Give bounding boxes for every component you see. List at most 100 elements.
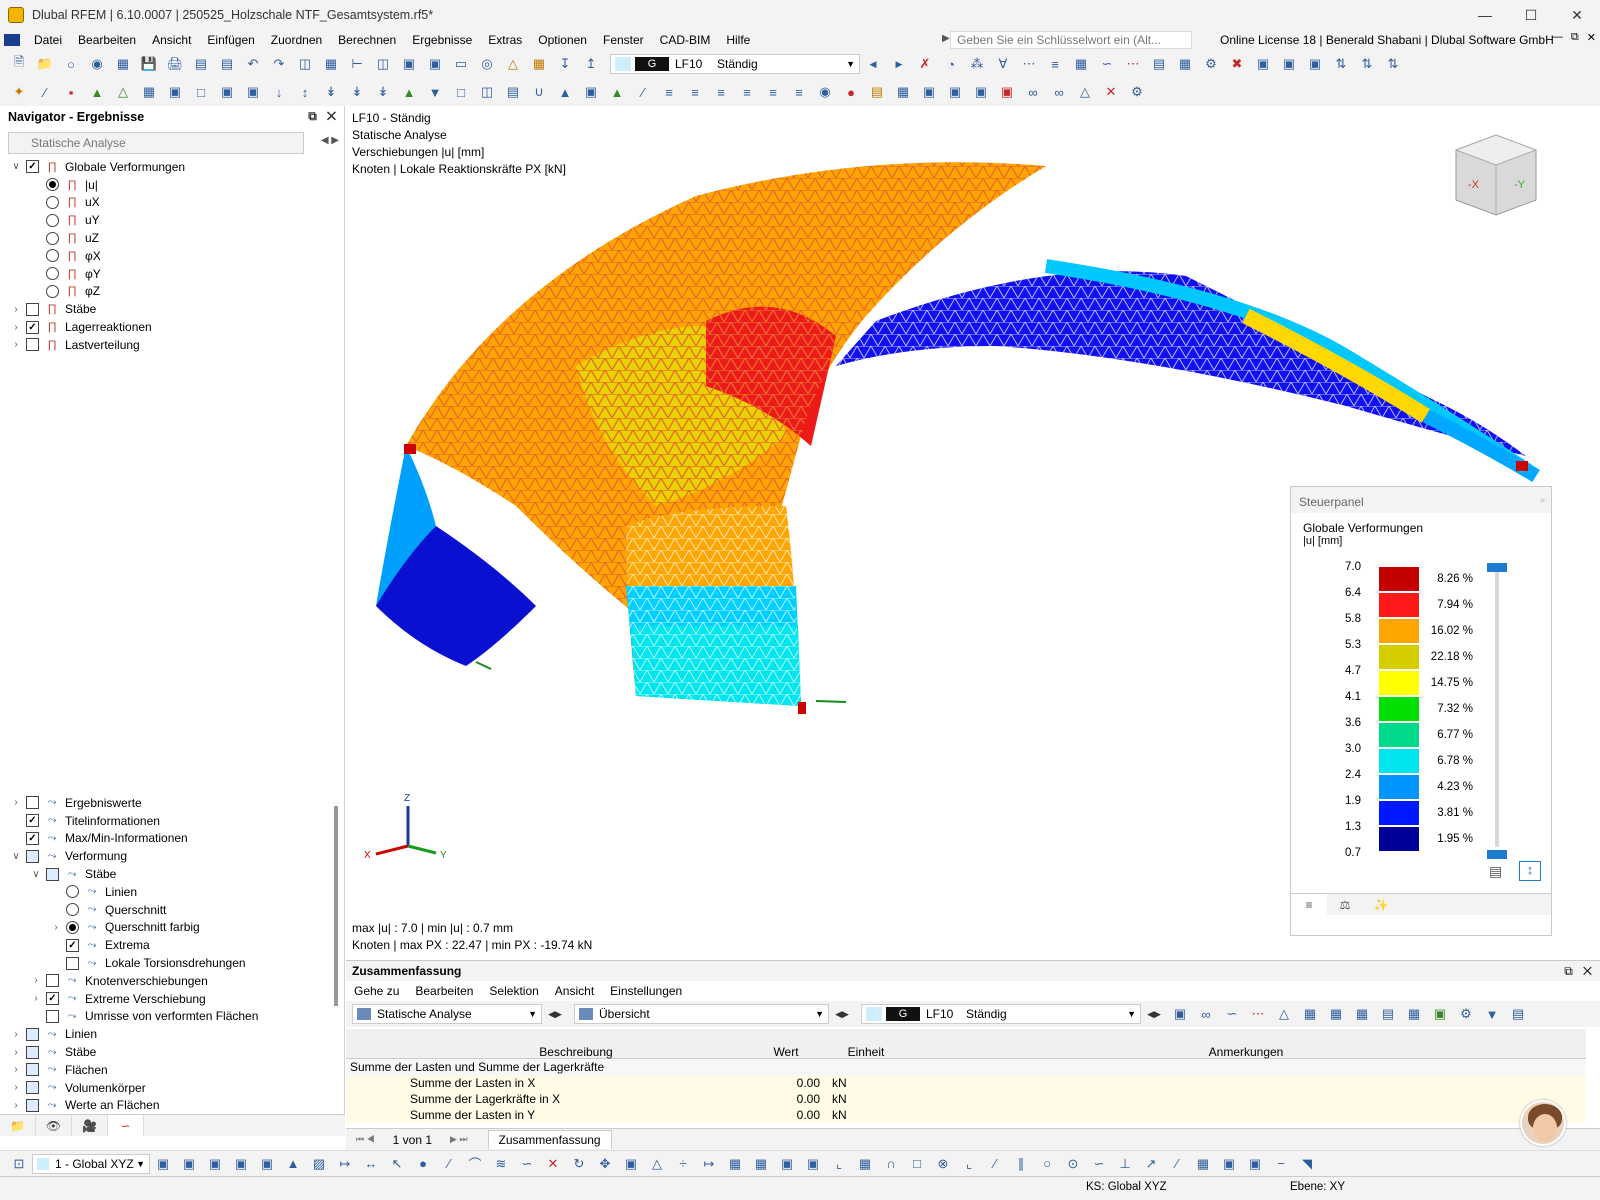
menu-einfuegen[interactable]: Einfügen xyxy=(199,33,262,47)
tab-views-icon[interactable]: 🎥 xyxy=(72,1115,108,1136)
view-iso-icon[interactable]: ▣ xyxy=(1279,54,1299,74)
expand-chevron-icon[interactable]: › xyxy=(50,922,62,933)
spline-tool-icon[interactable]: ∽ xyxy=(517,1154,537,1174)
pin-icon[interactable]: ● xyxy=(841,82,861,102)
expand-chevron-icon[interactable]: › xyxy=(10,1082,22,1093)
tree-checkbox[interactable] xyxy=(26,831,39,845)
view-fit-icon[interactable]: ◥ xyxy=(1297,1154,1317,1174)
surface-view-icon[interactable]: ▲ xyxy=(555,82,575,102)
load-icon[interactable]: ↓ xyxy=(269,82,289,102)
measure-tool-icon[interactable]: ↦ xyxy=(335,1154,355,1174)
circle-icon[interactable]: ○ xyxy=(1037,1154,1057,1174)
tree-item[interactable]: ⤳ Linien xyxy=(0,883,330,901)
nodal-load-icon[interactable]: ↕ xyxy=(295,82,315,102)
expand-chevron-icon[interactable]: ∨ xyxy=(10,851,22,862)
tree-item[interactable]: › ⤳ Knotenverschiebungen xyxy=(0,972,330,990)
solid-icon[interactable]: ▣ xyxy=(165,82,185,102)
show-results-icon[interactable]: ◔ xyxy=(941,54,961,74)
tree-checkbox[interactable] xyxy=(26,1027,39,1041)
maximize-icon[interactable]: ☐ xyxy=(1508,0,1554,30)
cross-icon[interactable]: ⊗ xyxy=(933,1154,953,1174)
summary-deform-icon[interactable]: ∽ xyxy=(1222,1004,1242,1024)
menu-bearbeiten[interactable]: Bearbeiten xyxy=(70,33,144,47)
deformed-shape-icon[interactable]: ∽ xyxy=(1097,54,1117,74)
prev-load-case-icon[interactable]: ◀ xyxy=(863,54,883,74)
script-icon[interactable]: ▣ xyxy=(425,54,445,74)
result-import-icon[interactable]: ↧ xyxy=(555,54,575,74)
summary-decimals-icon[interactable]: ▤ xyxy=(1508,1004,1528,1024)
unlink-icon[interactable]: ∞ xyxy=(1049,82,1069,102)
color-icon[interactable]: ◉ xyxy=(815,82,835,102)
table-row[interactable]: Summe der Lasten in Y 0.00 kN xyxy=(346,1107,1586,1123)
tree-item[interactable]: › ⤳ Linien xyxy=(0,1025,330,1043)
expand-chevron-icon[interactable]: › xyxy=(10,322,22,333)
node-icon[interactable]: ✦ xyxy=(9,82,29,102)
free-load-icon[interactable]: ↡ xyxy=(373,82,393,102)
tree-item[interactable]: ∨ ∏ Globale Verformungen xyxy=(0,158,344,176)
tree-item[interactable]: › ∏ Lagerreaktionen xyxy=(0,318,344,336)
tree-item[interactable]: ⤳ Lokale Torsionsdrehungen xyxy=(0,954,330,972)
snap-settings-icon[interactable]: ▦ xyxy=(725,1154,745,1174)
tree-item[interactable]: › ∏ Lastverteilung xyxy=(0,336,344,354)
tree-checkbox[interactable] xyxy=(26,320,39,334)
summary-load-case-select[interactable]: G LF10 Ständig ▼ xyxy=(861,1004,1141,1024)
support-icon[interactable]: ▲ xyxy=(87,82,107,102)
tab-data-icon[interactable]: 📁 xyxy=(0,1115,36,1136)
menu-hilfe[interactable]: Hilfe xyxy=(718,33,758,47)
menu-cad-bim[interactable]: CAD-BIM xyxy=(652,33,719,47)
tree-radio[interactable] xyxy=(66,903,79,917)
summary-grid-icon[interactable]: ▦ xyxy=(1404,1004,1424,1024)
result-export-icon[interactable]: ↥ xyxy=(581,54,601,74)
tables-toggle-icon[interactable]: ▦ xyxy=(321,54,341,74)
mirror-tool-icon[interactable]: △ xyxy=(647,1154,667,1174)
tree-item[interactable]: › ⤳ Ergebniswerte xyxy=(0,794,330,812)
tree-checkbox[interactable] xyxy=(66,938,79,952)
legend-range-slider[interactable] xyxy=(1487,563,1507,859)
surface-icon[interactable]: ▦ xyxy=(139,82,159,102)
print-icon[interactable]: 🖨 xyxy=(165,54,185,74)
summary-overview-select[interactable]: Übersicht ▼ xyxy=(574,1004,829,1024)
tree-item[interactable]: › ⤳ Extreme Verschiebung xyxy=(0,990,330,1008)
tree-radio[interactable] xyxy=(46,284,59,298)
report-icon[interactable]: ▤ xyxy=(217,54,237,74)
doc-close-icon[interactable]: ✕ xyxy=(1587,31,1596,44)
tree-item[interactable]: ∨ ⤳ Verformung xyxy=(0,847,330,865)
parallel-icon[interactable]: ∥ xyxy=(1011,1154,1031,1174)
result-values-icon[interactable]: ⁂ xyxy=(967,54,987,74)
summary-structure-icon[interactable]: △ xyxy=(1274,1004,1294,1024)
analysis-nav-arrows-icon[interactable]: ◀ ▶ xyxy=(321,135,339,146)
xxx-values-icon[interactable]: ⋯ xyxy=(1019,54,1039,74)
camera-settings-icon[interactable]: ⚙ xyxy=(1127,82,1147,102)
expand-chevron-icon[interactable]: › xyxy=(10,1064,22,1075)
summary-select-icon[interactable]: ▣ xyxy=(1170,1004,1190,1024)
tree-item[interactable]: › ∏ Stäbe xyxy=(0,300,344,318)
tree-item[interactable]: ∏ uY xyxy=(0,211,344,229)
coordinate-system-icon[interactable]: ⊡ xyxy=(9,1154,29,1174)
save-icon[interactable]: 💾 xyxy=(139,54,159,74)
tree-item[interactable]: ∏ |u| xyxy=(0,176,344,194)
section-node-icon[interactable]: ▣ xyxy=(217,82,237,102)
member-view-icon[interactable]: ≡ xyxy=(659,82,679,102)
tree-item[interactable]: ⤳ Extrema xyxy=(0,936,330,954)
tree-checkbox[interactable] xyxy=(26,1098,39,1112)
panel-toggle-icon[interactable]: ◫ xyxy=(373,54,393,74)
tree-item[interactable]: ∏ φZ xyxy=(0,283,344,301)
menu-datei[interactable]: Datei xyxy=(26,33,70,47)
legend-scale-icon[interactable]: ↕ xyxy=(1519,861,1541,881)
tree-checkbox[interactable] xyxy=(26,814,39,828)
divide-tool-icon[interactable]: ÷ xyxy=(673,1154,693,1174)
globe-icon[interactable]: ◎ xyxy=(477,54,497,74)
table-row[interactable]: Summe der Lasten in X 0.00 kN xyxy=(346,1075,1586,1091)
menu-fenster[interactable]: Fenster xyxy=(595,33,652,47)
tree-item[interactable]: › ⤳ Flächen xyxy=(0,1061,330,1079)
settings-gear-icon[interactable]: ⚙ xyxy=(1201,54,1221,74)
tree-checkbox[interactable] xyxy=(26,302,39,316)
next-page-icon[interactable]: ▶ ⏭ xyxy=(450,1134,468,1145)
support-tool-icon[interactable]: ▲ xyxy=(283,1154,303,1174)
tree-item[interactable]: › ⤳ Werte an Flächen xyxy=(0,1097,330,1115)
tree-radio[interactable] xyxy=(46,178,59,192)
new-file-icon[interactable]: 🗎 xyxy=(9,54,29,74)
node-tool-icon[interactable]: ● xyxy=(413,1154,433,1174)
copy-tool-icon[interactable]: ▣ xyxy=(621,1154,641,1174)
axis-y-icon[interactable]: ⇅ xyxy=(1357,54,1377,74)
